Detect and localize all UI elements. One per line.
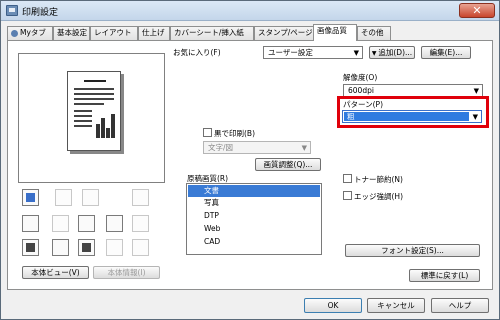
unit-icon: [55, 189, 72, 206]
user-icon: [52, 239, 69, 256]
list-item[interactable]: 写真: [188, 197, 320, 209]
font-settings-button[interactable]: フォント設定(S)...: [345, 244, 480, 257]
document-a-icon: [78, 215, 95, 232]
cancel-button[interactable]: キャンセル: [367, 298, 425, 313]
grayscale-label: 黒で印刷(B): [214, 129, 255, 138]
copy-icon: [52, 215, 69, 232]
grayscale-checkbox[interactable]: [203, 128, 212, 137]
person-icon: [11, 29, 18, 37]
add-button-label: 追加(D)...: [378, 48, 413, 57]
tab-label: 基本設定: [57, 28, 87, 37]
staple-icon: [132, 215, 149, 232]
original-quality-list[interactable]: 文書 写真 DTP Web CAD: [186, 183, 322, 255]
tab-label: その他: [361, 28, 384, 37]
finisher-icon: [22, 215, 39, 232]
paper-icon: [82, 189, 99, 206]
tab-finishing[interactable]: 仕上げ: [138, 26, 170, 40]
list-item[interactable]: DTP: [188, 210, 320, 222]
chevron-down-icon: ▼: [301, 144, 307, 152]
account-icon: [78, 239, 95, 256]
page-preview: [18, 53, 165, 183]
title-bar: 印刷設定 ✕: [1, 1, 499, 21]
tab-label: Myタブ: [20, 28, 46, 37]
tab-basic[interactable]: 基本設定: [53, 26, 90, 40]
tab-label: 画像品質: [317, 26, 347, 35]
restore-defaults-button[interactable]: 標準に戻す(L): [409, 269, 480, 282]
toner-save-checkbox[interactable]: [343, 174, 352, 183]
list-item[interactable]: 文書: [188, 185, 320, 197]
print-settings-window: 印刷設定 ✕ Myタブ 基本設定 レイアウト 仕上げ カバーシート/挿入紙 スタ…: [0, 0, 500, 320]
resolution-label: 解像度(O): [343, 73, 378, 82]
tab-label: カバーシート/挿入紙: [174, 28, 244, 37]
page-preview-image: [67, 71, 121, 151]
add-favorite-button[interactable]: ▼ 追加(D)...: [369, 46, 415, 59]
tab-label: レイアウト: [94, 28, 132, 37]
help-button[interactable]: ヘルプ: [431, 298, 489, 313]
favorites-select[interactable]: ユーザー設定 ▼: [263, 46, 363, 59]
ok-button[interactable]: OK: [304, 298, 362, 313]
list-item[interactable]: CAD: [188, 236, 320, 248]
window-title: 印刷設定: [22, 8, 59, 18]
device-info-button: 本体情報(I): [93, 266, 160, 279]
edge-enhance-label: エッジ強調(H): [354, 192, 403, 201]
printer-icon: [6, 5, 18, 16]
stack-icon: [106, 215, 123, 232]
tray-icon: [22, 189, 39, 206]
edge-enhance-checkbox[interactable]: [343, 191, 352, 200]
machine-icon: [22, 239, 39, 256]
tab-other[interactable]: その他: [357, 26, 391, 40]
device-view-button[interactable]: 本体ビュー(V): [22, 266, 89, 279]
tab-image-quality[interactable]: 画像品質: [313, 24, 357, 41]
favorites-label: お気に入り(F): [173, 48, 221, 57]
output-icon: [132, 189, 149, 206]
grayscale-select: 文字/図 ▼: [203, 141, 311, 154]
chevron-down-icon: ▼: [353, 49, 359, 57]
chevron-down-icon: ▼: [472, 113, 478, 121]
toner-save-label: トナー節約(N): [354, 175, 403, 184]
punch-icon: [132, 239, 149, 256]
box-icon: [106, 239, 123, 256]
resolution-value: 600dpi: [348, 86, 374, 95]
tab-label: 仕上げ: [142, 28, 165, 37]
image-adjust-button[interactable]: 画質調整(Q)...: [255, 158, 321, 171]
tab-cover-sheet[interactable]: カバーシート/挿入紙: [170, 26, 254, 40]
list-item[interactable]: Web: [188, 223, 320, 235]
close-button[interactable]: ✕: [459, 3, 495, 18]
device-options-grid: [22, 189, 162, 259]
pattern-value: 粗: [344, 112, 469, 121]
pattern-select[interactable]: 粗 ▼: [342, 110, 482, 123]
favorites-value: ユーザー設定: [268, 48, 313, 57]
tab-layout[interactable]: レイアウト: [90, 26, 138, 40]
pattern-label: パターン(P): [343, 100, 383, 109]
tab-mytab[interactable]: Myタブ: [7, 26, 53, 40]
edit-favorite-button[interactable]: 編集(E)...: [421, 46, 471, 59]
grayscale-select-value: 文字/図: [208, 143, 234, 152]
